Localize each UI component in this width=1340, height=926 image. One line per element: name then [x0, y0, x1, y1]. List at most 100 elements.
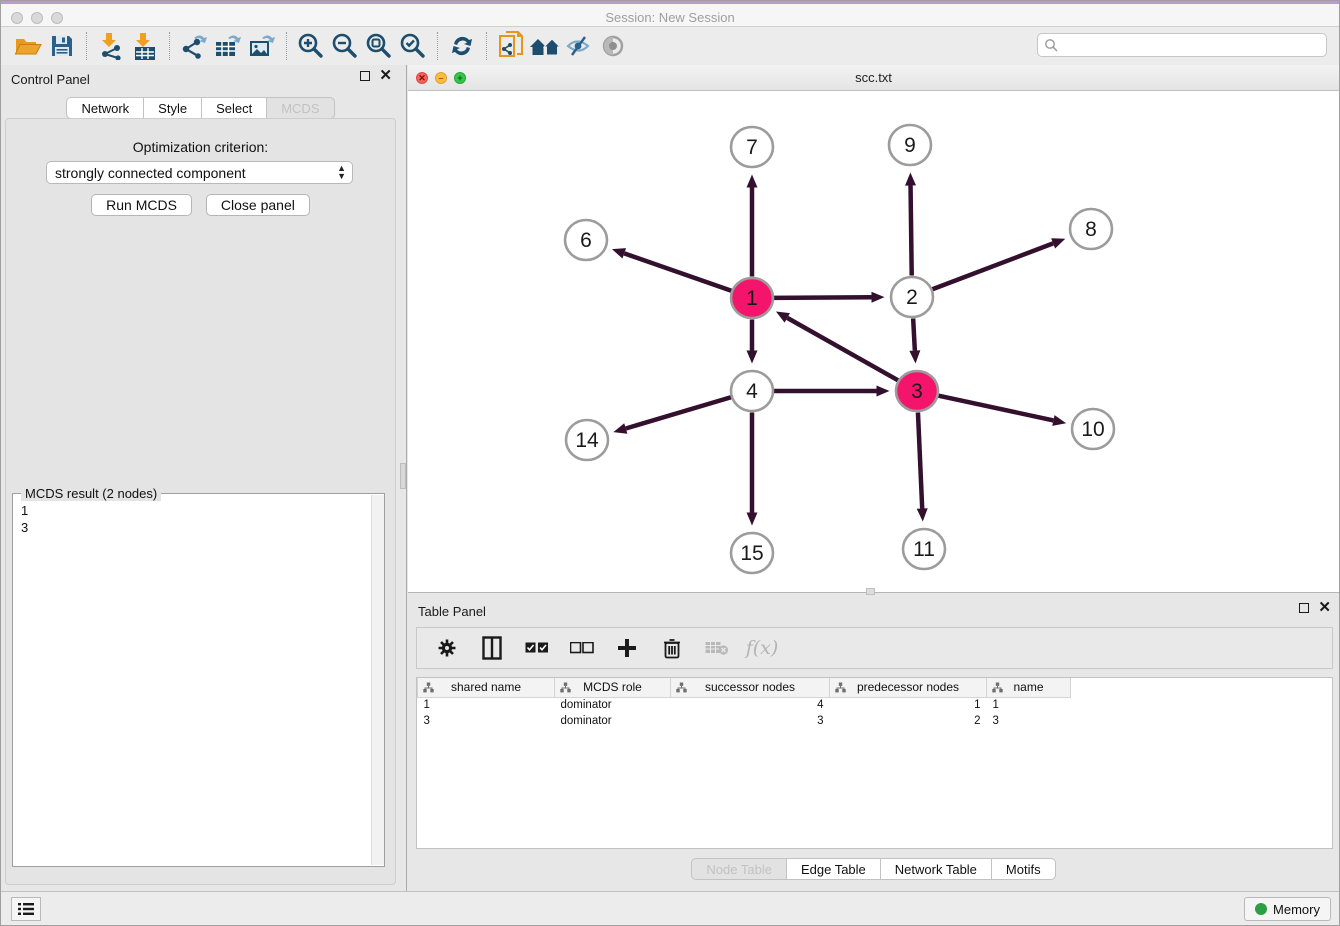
float-panel-icon[interactable] [360, 71, 370, 81]
node-label: 8 [1085, 218, 1097, 241]
node-15[interactable]: 15 [731, 533, 773, 573]
tab-mcds[interactable]: MCDS [267, 97, 334, 119]
node-3[interactable]: 3 [896, 371, 938, 411]
column-header-label: successor nodes [705, 680, 795, 694]
zoom-in-button[interactable] [294, 30, 328, 62]
home-button[interactable] [528, 30, 562, 62]
column-header-name[interactable]: name [987, 678, 1071, 697]
node-label: 9 [904, 134, 916, 157]
table-cell[interactable]: 2 [830, 713, 987, 729]
import-network-button[interactable] [94, 30, 128, 62]
node-7[interactable]: 7 [731, 127, 773, 167]
close-panel-icon[interactable]: ✕ [379, 71, 392, 81]
edge-2-8[interactable] [932, 243, 1053, 289]
column-header-shared-name[interactable]: shared name [418, 678, 555, 697]
export-network-button[interactable] [177, 30, 211, 62]
vertical-splitter[interactable] [400, 65, 407, 891]
criterion-dropdown[interactable]: strongly connected component ▲▼ [46, 161, 353, 184]
table-cell[interactable]: 4 [671, 697, 830, 713]
table-cell[interactable]: 3 [987, 713, 1071, 729]
table-cell[interactable]: 1 [830, 697, 987, 713]
run-mcds-button[interactable]: Run MCDS [91, 194, 192, 216]
node-4[interactable]: 4 [731, 371, 773, 411]
edge-2-9[interactable] [911, 185, 912, 275]
node-11[interactable]: 11 [903, 529, 945, 569]
table-cell[interactable]: 3 [671, 713, 830, 729]
zoom-out-button[interactable] [328, 30, 362, 62]
node-9[interactable]: 9 [889, 125, 931, 165]
network-overview-button[interactable] [494, 30, 528, 62]
column-header-successor-nodes[interactable]: successor nodes [671, 678, 830, 697]
tab-edge-table[interactable]: Edge Table [787, 858, 881, 880]
table-panel-title: Table Panel [418, 604, 486, 619]
search-input[interactable] [1062, 36, 1326, 54]
memory-button[interactable]: Memory [1244, 897, 1331, 921]
open-session-button[interactable] [11, 30, 45, 62]
table-cell[interactable]: 1 [418, 697, 555, 713]
mcds-result-box: MCDS result (2 nodes) 13 [12, 493, 385, 867]
node-label: 15 [740, 542, 763, 565]
save-session-button[interactable] [45, 30, 79, 62]
tab-network-table[interactable]: Network Table [881, 858, 992, 880]
horizontal-splitter-handle[interactable] [866, 588, 875, 595]
mcds-result-item[interactable]: 1 [21, 502, 370, 519]
show-graphics-button[interactable] [596, 30, 630, 62]
tab-style[interactable]: Style [144, 97, 202, 119]
node-10[interactable]: 10 [1072, 409, 1114, 449]
node-1[interactable]: 1 [731, 278, 773, 318]
zoom-fit-button[interactable] [362, 30, 396, 62]
zoom-selected-button[interactable] [396, 30, 430, 62]
search-field[interactable] [1037, 33, 1327, 57]
edge-3-10[interactable] [938, 396, 1053, 421]
export-image-button[interactable] [245, 30, 279, 62]
edge-2-3[interactable] [913, 318, 915, 350]
node-14[interactable]: 14 [566, 420, 608, 460]
column-header-predecessor-nodes[interactable]: predecessor nodes [830, 678, 987, 697]
table-cell[interactable]: dominator [555, 713, 671, 729]
eye-icon [599, 34, 627, 58]
close-panel-button[interactable]: Close panel [206, 194, 310, 216]
delete-column-button[interactable] [660, 634, 684, 662]
edge-3-1[interactable] [787, 318, 898, 381]
mcds-result-item[interactable]: 3 [21, 519, 370, 536]
splitter-handle[interactable] [400, 463, 406, 489]
tab-select[interactable]: Select [202, 97, 267, 119]
tab-network[interactable]: Network [66, 97, 144, 119]
export-table-button[interactable] [211, 30, 245, 62]
edge-4-14[interactable] [626, 397, 732, 428]
mcds-result-list[interactable]: 13 [13, 498, 370, 866]
node-6[interactable]: 6 [565, 220, 607, 260]
session-title: Session: New Session [1, 10, 1339, 25]
network-canvas[interactable]: 1 2 3 4 6 7 8 9 10 11 14 15 [408, 91, 1339, 592]
node-8[interactable]: 8 [1070, 209, 1112, 249]
table-cell[interactable]: 1 [987, 697, 1071, 713]
node-table[interactable]: shared nameMCDS role successor nodes prede… [416, 677, 1333, 849]
table-cell[interactable]: dominator [555, 697, 671, 713]
edge-1-6[interactable] [624, 253, 731, 291]
network-graph[interactable]: 1 2 3 4 6 7 8 9 10 11 14 15 [408, 91, 1340, 592]
column-header-MCDS-role[interactable]: MCDS role [555, 678, 671, 697]
select-all-button[interactable] [525, 634, 549, 662]
network-window: ✕ – + scc.txt 1 2 3 4 6 7 8 9 10 11 14 15 [408, 65, 1339, 593]
add-column-button[interactable] [615, 634, 639, 662]
import-table-button[interactable] [128, 30, 162, 62]
hide-graphics-button[interactable] [562, 30, 596, 62]
float-table-panel-icon[interactable] [1299, 603, 1309, 613]
edge-1-2[interactable] [773, 297, 871, 298]
table-cell[interactable]: 3 [418, 713, 555, 729]
tab-node-table[interactable]: Node Table [691, 858, 787, 880]
show-columns-button[interactable] [480, 634, 504, 662]
table-row[interactable]: 1dominator411 [418, 697, 1071, 713]
optimization-criterion-label: Optimization criterion: [6, 139, 395, 155]
result-scrollbar[interactable] [371, 495, 384, 865]
tab-motifs[interactable]: Motifs [992, 858, 1056, 880]
table-settings-button[interactable] [435, 634, 459, 662]
deselect-all-button[interactable] [570, 634, 594, 662]
task-history-button[interactable] [11, 897, 41, 921]
node-2[interactable]: 2 [891, 277, 933, 317]
table-row[interactable]: 3dominator323 [418, 713, 1071, 729]
close-table-panel-icon[interactable]: ✕ [1318, 603, 1331, 613]
network-titlebar[interactable]: ✕ – + scc.txt [408, 65, 1339, 91]
edge-3-11[interactable] [918, 412, 922, 508]
refresh-button[interactable] [445, 30, 479, 62]
